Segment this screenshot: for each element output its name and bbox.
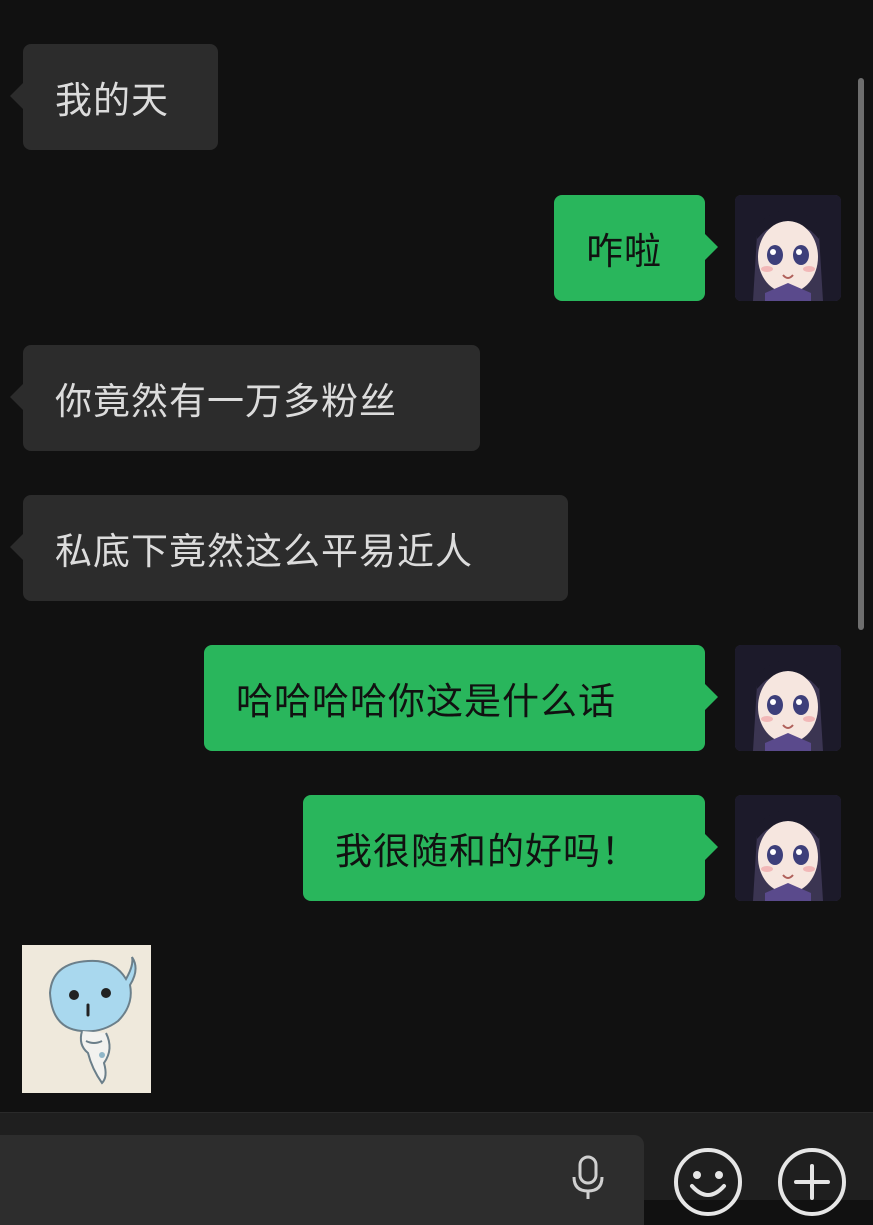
incoming-bubble-tail bbox=[10, 534, 23, 560]
anime-girl-avatar-icon bbox=[735, 645, 841, 751]
incoming-message-bubble[interactable]: 我的天 bbox=[23, 44, 218, 150]
outgoing-bubble-tail bbox=[705, 684, 718, 710]
outgoing-bubble-tail bbox=[705, 834, 718, 860]
incoming-message-bubble[interactable]: 私底下竟然这么平易近人 bbox=[23, 495, 568, 601]
voice-input-button[interactable] bbox=[566, 1155, 610, 1199]
outgoing-message-bubble[interactable]: 我很随和的好吗！ bbox=[303, 795, 705, 901]
outgoing-bubble-tail bbox=[705, 234, 718, 260]
microphone-icon bbox=[572, 1155, 604, 1199]
incoming-bubble-tail bbox=[10, 384, 23, 410]
message-input[interactable] bbox=[0, 1135, 644, 1225]
emoji-icon bbox=[674, 1148, 742, 1216]
emoji-button[interactable] bbox=[672, 1146, 744, 1218]
chat-history[interactable]: 我的天 咋啦 你竟然有一万多粉丝 私底下竟然这么平易近人 哈哈哈哈你这是什么话 bbox=[0, 0, 873, 1112]
incoming-message-bubble[interactable]: 你竟然有一万多粉丝 bbox=[23, 345, 480, 451]
outgoing-message-bubble[interactable]: 哈哈哈哈你这是什么话 bbox=[204, 645, 705, 751]
more-actions-button[interactable] bbox=[776, 1146, 848, 1218]
incoming-bubble-tail bbox=[10, 83, 23, 109]
cartoon-ghost-sticker-icon bbox=[22, 945, 151, 1093]
chat-scrollbar[interactable] bbox=[858, 78, 864, 630]
plus-circle-icon bbox=[778, 1148, 846, 1216]
anime-girl-avatar-icon bbox=[735, 795, 841, 901]
user-avatar[interactable] bbox=[735, 795, 841, 901]
anime-girl-avatar-icon bbox=[735, 195, 841, 301]
sticker-message[interactable] bbox=[22, 945, 151, 1093]
user-avatar[interactable] bbox=[735, 195, 841, 301]
outgoing-message-bubble[interactable]: 咋啦 bbox=[554, 195, 705, 301]
user-avatar[interactable] bbox=[735, 645, 841, 751]
